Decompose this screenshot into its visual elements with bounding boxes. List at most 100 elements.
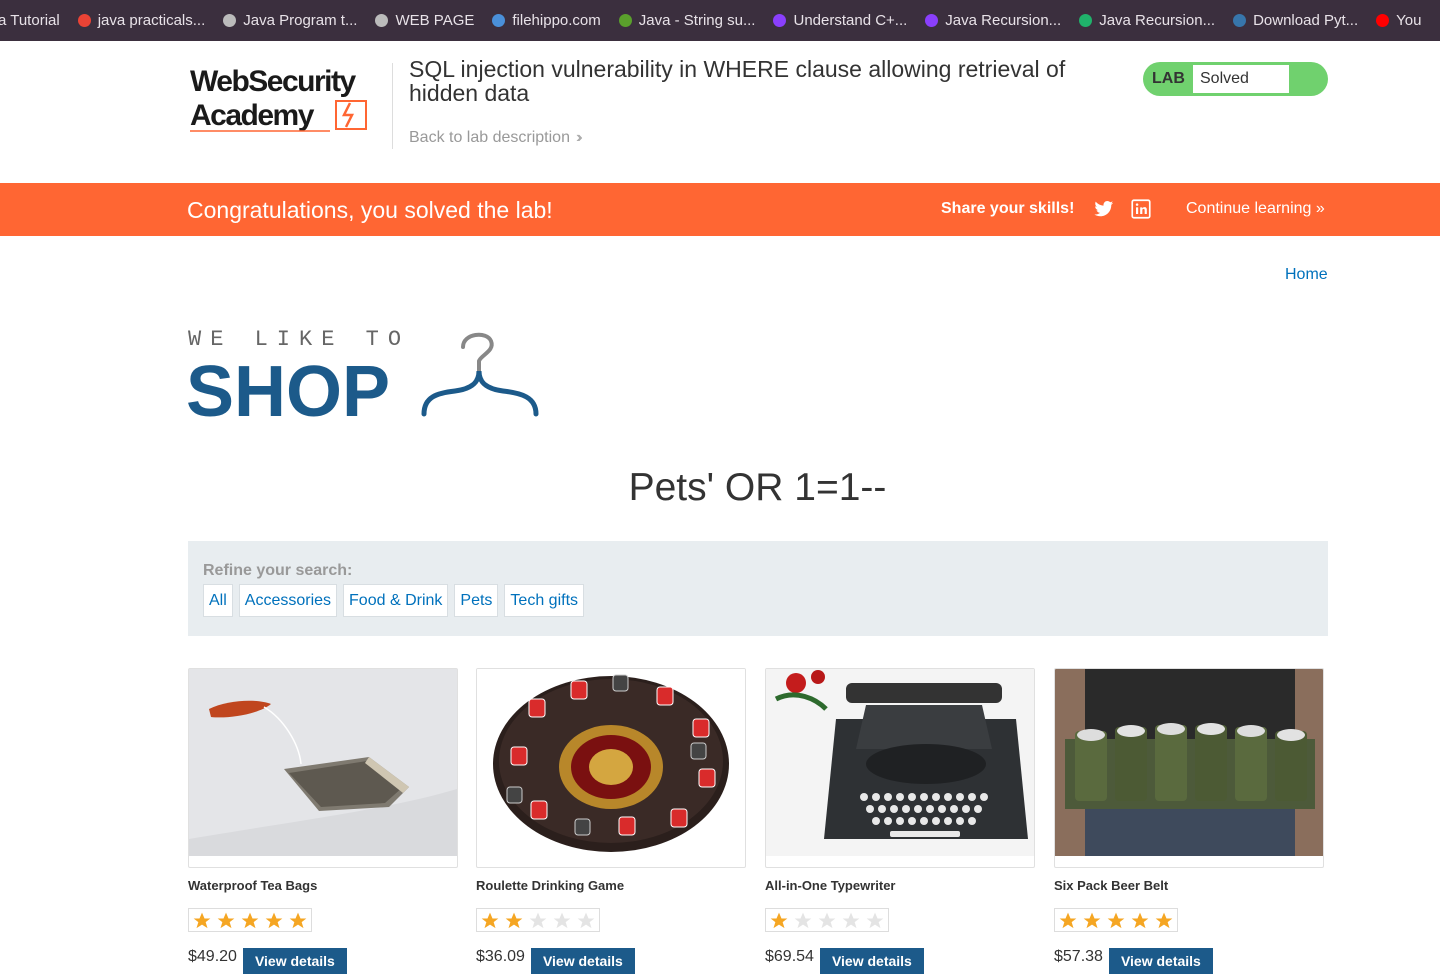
w-icon <box>1079 14 1093 27</box>
star-filled-icon <box>238 910 262 932</box>
bookmark-label: Java Recursion... <box>1099 12 1216 29</box>
filter-pets[interactable]: Pets <box>454 584 499 617</box>
logo-divider <box>392 63 393 149</box>
we-like-to-shop-logo: WE LIKE TO SHOP <box>187 327 539 420</box>
bookmark-item[interactable]: a Tutorial <box>0 12 60 29</box>
rating-stars <box>1054 908 1178 932</box>
roulette-game-image <box>477 669 745 856</box>
bookmark-label: Java Recursion... <box>945 12 1062 29</box>
product-image[interactable] <box>476 668 746 868</box>
twitter-icon[interactable] <box>1094 199 1114 219</box>
svg-text:Academy: Academy <box>190 99 315 132</box>
filter-tech-gifts[interactable]: Tech gifts <box>504 584 585 617</box>
star-empty-icon <box>815 910 839 932</box>
price-row: $36.09 View details <box>476 948 746 974</box>
filter-food-drink[interactable]: Food & Drink <box>343 584 449 617</box>
star-filled-icon <box>478 910 502 932</box>
beer-belt-image <box>1055 669 1323 856</box>
view-details-button[interactable]: View details <box>242 948 347 974</box>
home-link[interactable]: Home <box>1285 266 1328 284</box>
web-security-academy-logo[interactable]: WebSecurity Academy <box>190 63 390 133</box>
product-image[interactable] <box>188 668 458 868</box>
bookmark-label: Understand C+... <box>793 12 908 29</box>
bookmark-label: filehippo.com <box>512 12 601 29</box>
star-empty-icon <box>550 910 574 932</box>
bookmark-item[interactable]: Java Recursion... <box>1079 12 1215 29</box>
star-filled-icon <box>1152 910 1176 932</box>
filehippo-icon <box>492 14 506 27</box>
bookmark-item[interactable]: Download Pyt... <box>1233 12 1358 29</box>
bookmark-item[interactable]: filehippo.com <box>492 12 601 29</box>
bookmark-item[interactable]: WEB PAGE <box>375 12 474 29</box>
bookmark-item[interactable]: You <box>1376 12 1421 29</box>
filter-panel: Refine your search: All Accessories Food… <box>188 541 1328 636</box>
filter-accessories[interactable]: Accessories <box>238 584 338 617</box>
share-skills-label: Share your skills! <box>941 200 1075 217</box>
view-details-button[interactable]: View details <box>819 948 924 974</box>
back-link-label[interactable]: Back to lab description <box>409 129 570 147</box>
star-filled-icon <box>1056 910 1080 932</box>
bookmark-label: Java Program t... <box>243 12 358 29</box>
lab-badge: LAB <box>1152 70 1185 87</box>
continue-learning-link[interactable]: Continue learning » <box>1186 200 1325 218</box>
product-card: Six Pack Beer Belt $57.38 View details <box>1054 668 1324 974</box>
continue-learning-label[interactable]: Continue learning <box>1186 200 1311 217</box>
b-circle-icon <box>618 14 632 27</box>
price-row: $49.20 View details <box>188 948 458 974</box>
python-icon <box>1233 14 1247 27</box>
star-filled-icon <box>286 910 310 932</box>
lab-status-widget: LAB Solved <box>1143 62 1328 96</box>
solved-banner: Congratulations, you solved the lab! Sha… <box>0 183 1440 236</box>
star-filled-icon <box>1080 910 1104 932</box>
star-empty-icon <box>839 910 863 932</box>
bookmark-label: java practicals... <box>97 12 206 29</box>
rating-stars <box>476 908 600 932</box>
product-price: $49.20 <box>188 948 237 965</box>
view-details-button[interactable]: View details <box>1108 948 1213 974</box>
back-to-lab-description-link[interactable]: Back to lab description ›› <box>409 129 582 147</box>
rating-stars <box>188 908 312 932</box>
star-empty-icon <box>574 910 598 932</box>
star-filled-icon <box>262 910 286 932</box>
view-details-button[interactable]: View details <box>530 948 635 974</box>
bookmark-item[interactable]: Java Program t... <box>223 12 357 29</box>
price-row: $57.38 View details <box>1054 948 1324 974</box>
bolt-icon <box>773 14 787 27</box>
product-image[interactable] <box>765 668 1035 868</box>
product-card: Roulette Drinking Game $36.09 View detai… <box>476 668 746 974</box>
bolt-icon <box>925 14 939 27</box>
star-empty-icon <box>791 910 815 932</box>
search-results-title: Pets' OR 1=1-- <box>628 466 887 509</box>
star-empty-icon <box>863 910 887 932</box>
bookmark-label: a Tutorial <box>0 12 60 29</box>
star-filled-icon <box>214 910 238 932</box>
product-name: Waterproof Tea Bags <box>188 878 318 893</box>
bookmarks-bar: a Tutorial java practicals... Java Program… <box>0 0 1440 41</box>
product-name: Roulette Drinking Game <box>476 878 625 893</box>
congratulations-message: Congratulations, you solved the lab! <box>187 197 553 223</box>
product-image[interactable] <box>1054 668 1324 868</box>
bookmark-item[interactable]: Java - String su... <box>618 12 755 29</box>
star-filled-icon <box>502 910 526 932</box>
rating-stars <box>765 908 889 932</box>
star-filled-icon <box>767 910 791 932</box>
bookmark-item[interactable]: java practicals... <box>77 12 206 29</box>
lab-status-value: Solved <box>1192 64 1290 94</box>
filter-all[interactable]: All <box>203 584 233 617</box>
product-name: All-in-One Typewriter <box>765 878 896 893</box>
bookmark-item[interactable]: Understand C+... <box>773 12 907 29</box>
svg-text:WebSecurity: WebSecurity <box>190 65 356 98</box>
star-filled-icon <box>1128 910 1152 932</box>
double-chevron-right-icon: » <box>1315 200 1325 217</box>
category-filters: All Accessories Food & Drink Pets Tech g… <box>203 584 590 617</box>
linkedin-icon[interactable] <box>1131 199 1151 219</box>
refine-search-label: Refine your search: <box>203 562 353 579</box>
gmail-icon <box>77 14 91 27</box>
bookmark-label: Download Pyt... <box>1253 12 1359 29</box>
product-card: All-in-One Typewriter $69.54 View detail… <box>765 668 1035 974</box>
bookmark-label: You <box>1396 12 1422 29</box>
lab-header: WebSecurity Academy SQL injection vulner… <box>0 41 1440 183</box>
bookmark-item[interactable]: Java Recursion... <box>925 12 1061 29</box>
typewriter-image <box>766 669 1034 856</box>
star-filled-icon <box>190 910 214 932</box>
